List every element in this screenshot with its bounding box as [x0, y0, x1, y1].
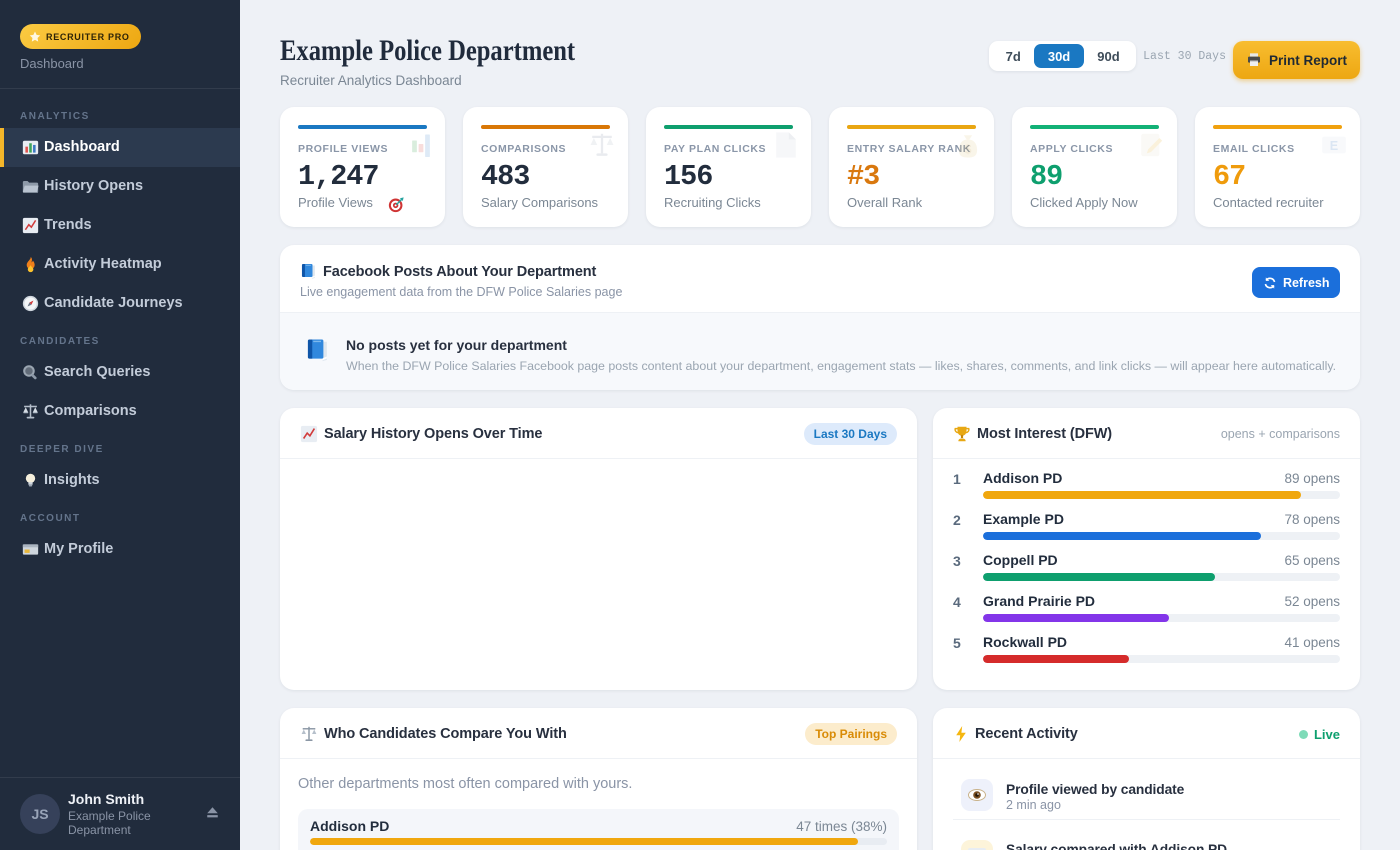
svg-text:$: $ — [964, 142, 971, 156]
svg-text:E: E — [1330, 139, 1338, 153]
